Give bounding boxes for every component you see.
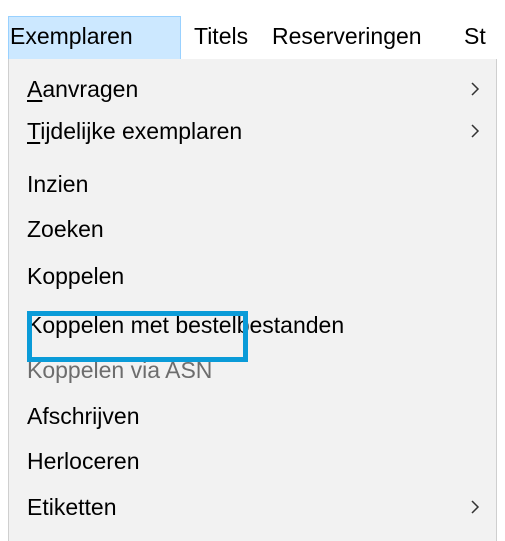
menu-item-herloceren[interactable]: Herloceren [9,441,496,481]
menu-item-koppelen-via-asn: Koppelen via ASN [9,350,496,390]
menu-item-inzien-label: Inzien [27,171,89,197]
menu-item-aanvragen-rest: anvragen [42,76,139,102]
menu-titels-label: Titels [194,23,249,49]
menu-item-koppelen-label: Koppelen [27,263,125,289]
menu-item-tijdelijke-exemplaren-label: Tijdelijke exemplaren [27,111,242,151]
menu-item-koppelen-met-bestelbestanden[interactable]: Koppelen met bestelbestanden [9,305,496,345]
menu-item-afschrijven[interactable]: Afschrijven [9,396,496,436]
menu-item-aanvragen-label: Aanvragen [27,69,138,109]
menu-item-etiketten-label: Etiketten [27,494,117,520]
menu-item-inzien[interactable]: Inzien [9,164,496,204]
submenu-arrow-icon [468,111,482,151]
menu-item-koppelen-via-asn-label: Koppelen via ASN [27,357,213,383]
menu-item-koppelen-met-bestelbestanden-label: Koppelen met bestelbestanden [27,312,345,338]
menu-reserveringen[interactable]: Reserveringen [270,16,450,60]
menu-item-etiketten[interactable]: Etiketten [9,487,496,527]
menu-exemplaren[interactable]: Exemplaren [8,16,181,60]
menu-item-tijdelijke-exemplaren[interactable]: Tijdelijke exemplaren [9,111,496,151]
submenu-arrow-icon [468,69,482,109]
menu-st[interactable]: St [462,16,505,60]
menu-item-aanvragen[interactable]: Aanvragen [9,69,496,109]
exemplaren-dropdown: Aanvragen Tijdelijke exemplaren Inzien Z… [8,59,497,541]
menu-st-label: St [464,23,486,49]
menu-item-tijdelijke-exemplaren-rest: ijdelijke exemplaren [40,118,243,144]
menu-exemplaren-label: Exemplaren [10,23,133,49]
menu-reserveringen-label: Reserveringen [272,23,422,49]
menu-item-afschrijven-label: Afschrijven [27,403,140,429]
menu-titels[interactable]: Titels [192,16,258,60]
access-key-a: A [27,76,43,102]
menu-bar: Exemplaren Titels Reserveringen St [0,0,505,60]
access-key-t: T [27,118,41,144]
menu-item-zoeken[interactable]: Zoeken [9,209,496,249]
menu-item-zoeken-label: Zoeken [27,216,104,242]
menu-item-koppelen[interactable]: Koppelen [9,256,496,296]
submenu-arrow-icon [468,487,482,527]
menu-item-herloceren-label: Herloceren [27,448,140,474]
